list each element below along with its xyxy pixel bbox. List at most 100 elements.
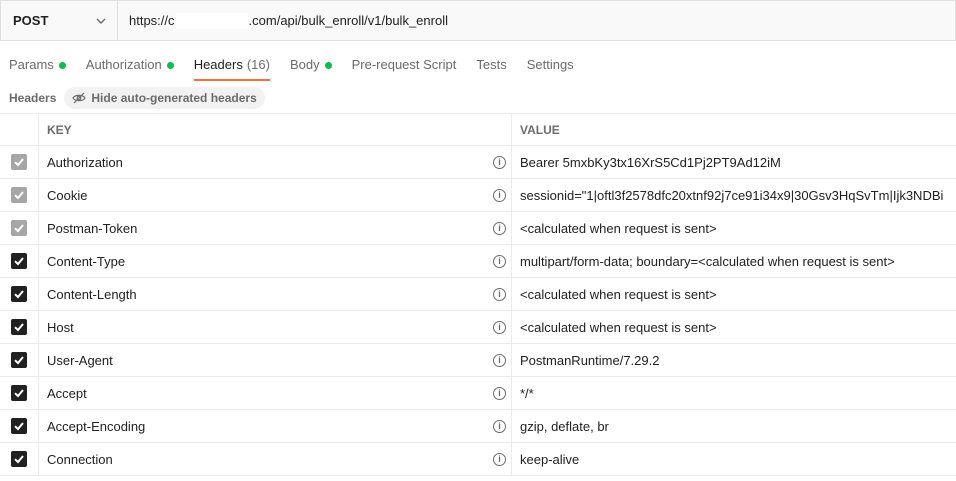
table-header-row: KEY VALUE — [0, 113, 956, 146]
header-value-cell[interactable]: Bearer 5mxbKy3tx16XrS5Cd1Pj2PT9Ad12iM — [512, 146, 956, 178]
row-checkbox[interactable] — [11, 187, 27, 203]
header-value-cell[interactable]: <calculated when request is sent> — [512, 311, 956, 343]
checkmark-icon — [14, 455, 24, 464]
header-key-cell[interactable]: Accept-Encoding i — [39, 410, 512, 442]
hide-auto-generated-button[interactable]: Hide auto-generated headers — [64, 87, 265, 109]
checkmark-icon — [14, 224, 24, 233]
header-value-cell[interactable]: keep-alive — [512, 443, 956, 475]
checkmark-icon — [14, 191, 24, 200]
tab-headers[interactable]: Headers (16) — [193, 52, 271, 82]
row-checkbox[interactable] — [11, 253, 27, 269]
tab-settings[interactable]: Settings — [527, 52, 574, 82]
url-input[interactable]: https://c .com/api/bulk_enroll/v1/bulk_en… — [118, 1, 955, 40]
tab-label: Pre-request Script — [351, 57, 457, 72]
header-key-cell[interactable]: Accept i — [39, 377, 512, 409]
info-icon[interactable]: i — [493, 189, 506, 202]
row-checkbox[interactable] — [11, 286, 27, 302]
header-value: PostmanRuntime/7.29.2 — [520, 352, 660, 368]
header-value-cell[interactable]: <calculated when request is sent> — [512, 278, 956, 310]
tab-authorization[interactable]: Authorization — [86, 52, 174, 82]
header-key: Accept-Encoding — [47, 418, 146, 434]
status-dot — [166, 62, 174, 69]
header-key: Accept — [47, 385, 87, 401]
tab-body[interactable]: Body — [290, 52, 332, 82]
table-row: Accept i */* — [0, 377, 956, 410]
request-tabs: Params Authorization Headers (16) Body Pr… — [0, 52, 585, 82]
header-key-cell[interactable]: Host i — [39, 311, 512, 343]
header-key: Connection — [47, 451, 113, 467]
header-key-cell[interactable]: Cookie i — [39, 179, 512, 211]
header-value-cell[interactable]: sessionid="1|oftl3f2578dfc20xtnf92j7ce91… — [512, 179, 956, 211]
checkmark-icon — [14, 158, 24, 167]
row-checkbox[interactable] — [11, 418, 27, 434]
info-icon[interactable]: i — [493, 354, 506, 367]
info-icon[interactable]: i — [493, 222, 506, 235]
checkmark-icon — [14, 422, 24, 431]
headers-toolbar: Headers Hide auto-generated headers — [0, 86, 265, 110]
row-checkbox[interactable] — [11, 451, 27, 467]
table-body: Authorization i Bearer 5mxbKy3tx16XrS5Cd1P… — [0, 146, 956, 476]
row-checkbox[interactable] — [11, 154, 27, 170]
row-check-cell — [0, 212, 39, 244]
header-value: keep-alive — [520, 451, 580, 467]
tab-params[interactable]: Params — [9, 52, 66, 82]
info-icon[interactable]: i — [493, 255, 506, 268]
status-dot — [58, 62, 66, 69]
header-value-cell[interactable]: multipart/form-data; boundary=<calculate… — [512, 245, 956, 277]
checkmark-icon — [14, 389, 24, 398]
url-prefix: https://c — [129, 13, 175, 28]
tab-label: Authorization — [85, 57, 162, 72]
tab-pre-request-script[interactable]: Pre-request Script — [352, 52, 457, 82]
row-check-cell — [0, 245, 39, 277]
header-key-cell[interactable]: Authorization i — [39, 146, 512, 178]
header-value-cell[interactable]: */* — [512, 377, 956, 409]
header-key: Host — [47, 319, 74, 335]
header-key: Cookie — [47, 187, 88, 203]
info-icon[interactable]: i — [493, 453, 506, 466]
header-key-cell[interactable]: Content-Type i — [39, 245, 512, 277]
table-row: Connection i keep-alive — [0, 443, 956, 476]
row-checkbox[interactable] — [11, 352, 27, 368]
info-icon[interactable]: i — [493, 321, 506, 334]
row-checkbox[interactable] — [11, 319, 27, 335]
header-value-cell[interactable]: PostmanRuntime/7.29.2 — [512, 344, 956, 376]
chevron-down-icon — [96, 18, 106, 24]
info-icon[interactable]: i — [493, 288, 506, 301]
header-value-cell[interactable]: <calculated when request is sent> — [512, 212, 956, 244]
row-check-cell — [0, 278, 39, 310]
url-suffix: .com/api/bulk_enroll/v1/bulk_enroll — [248, 13, 448, 28]
header-key-cell[interactable]: Content-Length i — [39, 278, 512, 310]
headers-label: Headers — [9, 91, 57, 105]
header-key-cell[interactable]: Postman-Token i — [39, 212, 512, 244]
header-key: User-Agent — [47, 352, 113, 368]
table-row: Content-Length i <calculated when request … — [0, 278, 956, 311]
info-icon[interactable]: i — [493, 420, 506, 433]
table-row: Content-Type i multipart/form-data; bounda… — [0, 245, 956, 278]
tab-tests[interactable]: Tests — [476, 52, 506, 82]
header-check-cell — [0, 114, 39, 145]
header-value-cell[interactable]: gzip, deflate, br — [512, 410, 956, 442]
header-value: <calculated when request is sent> — [520, 319, 717, 335]
header-value: */* — [520, 385, 534, 401]
header-value: sessionid="1|oftl3f2578dfc20xtnf92j7ce91… — [520, 187, 944, 203]
header-value: <calculated when request is sent> — [520, 220, 717, 236]
table-row: User-Agent i PostmanRuntime/7.29.2 — [0, 344, 956, 377]
header-key: Postman-Token — [47, 220, 138, 236]
method-select[interactable]: POST — [1, 1, 118, 40]
info-icon[interactable]: i — [493, 156, 506, 169]
headers-table: KEY VALUE Authorization i Bearer 5mxbKy3tx… — [0, 113, 956, 476]
info-icon[interactable]: i — [493, 387, 506, 400]
row-check-cell — [0, 410, 39, 442]
row-check-cell — [0, 311, 39, 343]
header-key-cell[interactable]: Connection i — [39, 443, 512, 475]
header-key: Authorization — [47, 154, 123, 170]
table-row: Accept-Encoding i gzip, deflate, br — [0, 410, 956, 443]
row-checkbox[interactable] — [11, 385, 27, 401]
header-value: <calculated when request is sent> — [520, 286, 717, 302]
header-key-cell[interactable]: User-Agent i — [39, 344, 512, 376]
header-key: Content-Length — [47, 286, 137, 302]
column-header-value: VALUE — [520, 122, 560, 137]
row-checkbox[interactable] — [11, 220, 27, 236]
method-label: POST — [13, 13, 49, 28]
checkmark-icon — [14, 257, 24, 266]
